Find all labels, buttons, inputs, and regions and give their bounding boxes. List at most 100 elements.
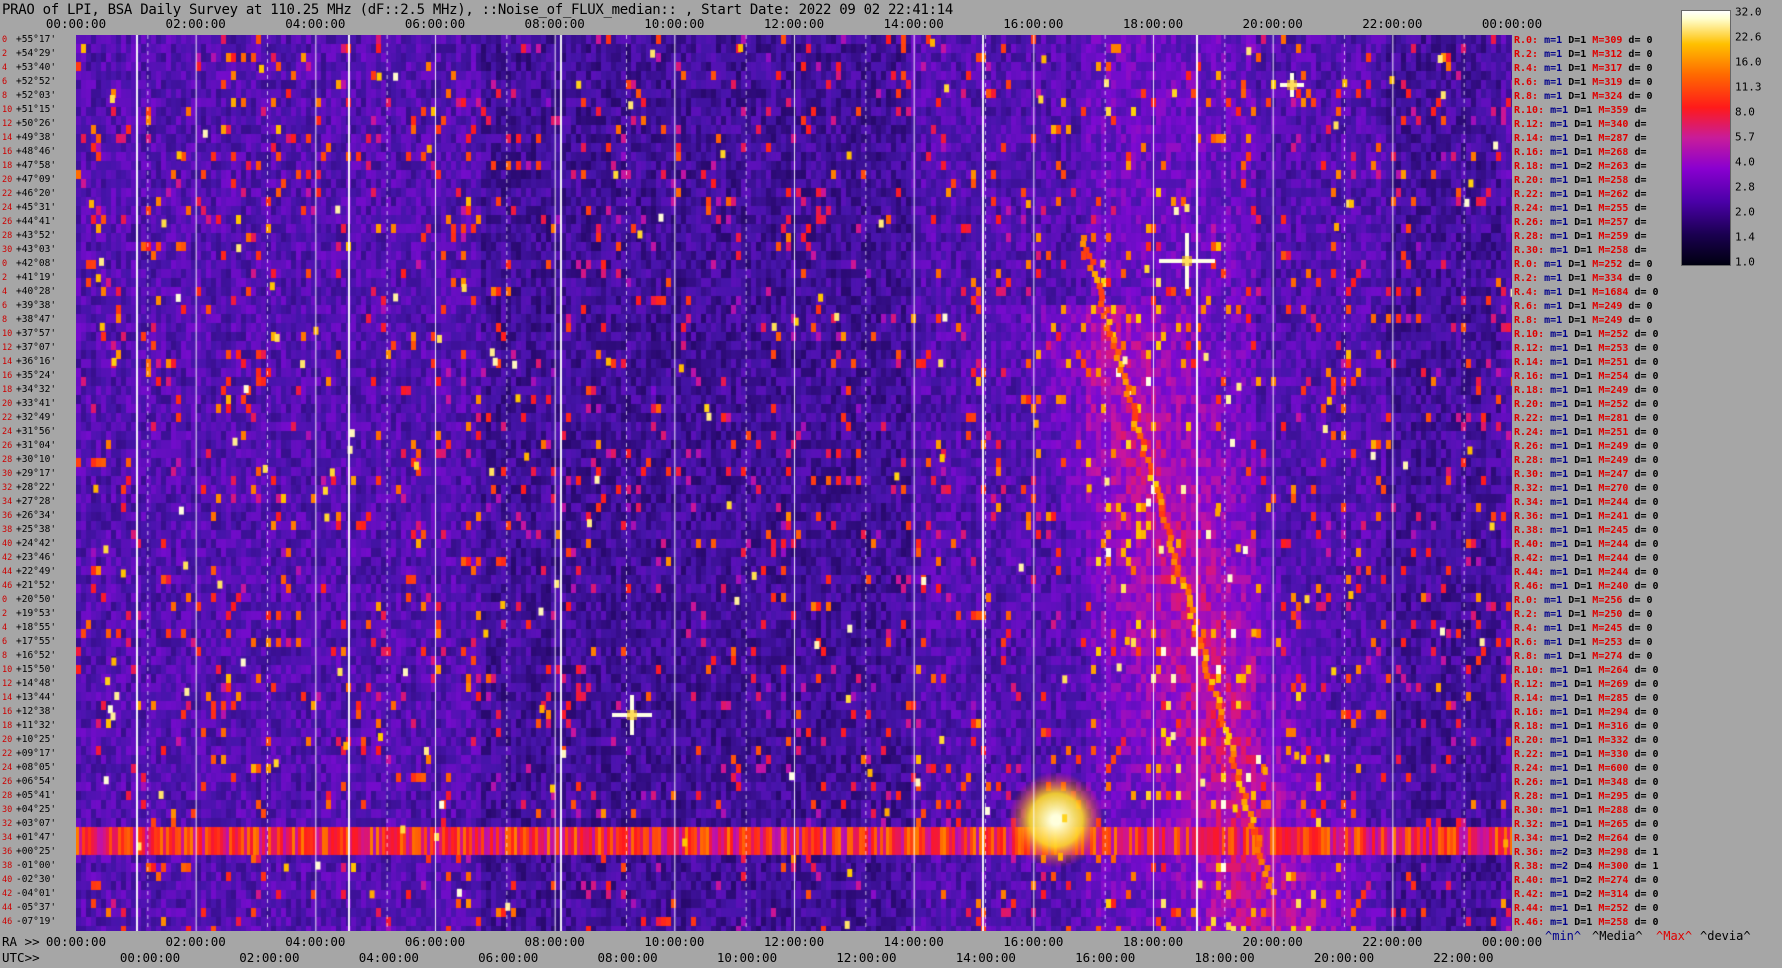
colorbar-tick-label: 16.0	[1735, 55, 1762, 69]
declination-labels: 0 +55°17' 2 +54°29' 4 +53°40' 6 +52°52' 8 +52°03'…	[0, 35, 76, 931]
declination-index: 22	[2, 413, 13, 423]
declination-label: 32 +03°07'	[2, 819, 56, 830]
stat-max: M=258	[1598, 245, 1629, 256]
declination-value: +19°53'	[16, 608, 57, 619]
time-tick-label: 08:00:00	[597, 950, 658, 965]
stat-max: M=262	[1598, 189, 1629, 200]
stat-median: D=1	[1574, 343, 1599, 354]
declination-label: 16 +35°24'	[2, 371, 56, 382]
declination-label: 10 +37°57'	[2, 329, 56, 340]
stat-row: R.30: m=1 D=1 M=258 d=	[1514, 245, 1646, 257]
declination-index: 6	[2, 77, 8, 87]
stat-row: R.4: m=1 D=1 M=245 d= 0	[1514, 623, 1653, 635]
time-tick-label: 10:00:00	[716, 950, 778, 965]
stat-median: D=1	[1574, 679, 1599, 690]
stat-min: m=1	[1550, 119, 1575, 130]
stat-max: M=348	[1598, 777, 1629, 788]
time-tick-label: 18:00:00	[1122, 16, 1184, 31]
stat-max: M=269	[1598, 679, 1629, 690]
stat-range: R.38:	[1514, 525, 1551, 536]
stat-median: D=1	[1574, 483, 1599, 494]
declination-index: 34	[2, 833, 13, 843]
stat-max: M=256	[1592, 595, 1623, 606]
declination-label: 32 +28°22'	[2, 483, 56, 494]
declination-value: +30°10'	[16, 454, 57, 465]
declination-index: 44	[2, 567, 13, 577]
declination-value: +49°38'	[16, 132, 57, 143]
stat-devia: d= 0	[1622, 49, 1653, 60]
stat-median: D=1	[1574, 105, 1599, 116]
stat-median: D=1	[1574, 455, 1599, 466]
stat-min: m=1	[1544, 301, 1569, 312]
stat-median: D=1	[1574, 749, 1599, 760]
stat-max: M=265	[1598, 819, 1629, 830]
stat-range: R.10:	[1514, 665, 1551, 676]
declination-label: 22 +32°49'	[2, 413, 56, 424]
stat-row: R.14: m=1 D=1 M=251 d= 0	[1514, 357, 1659, 369]
declination-value: +43°52'	[16, 230, 57, 241]
stat-row: R.42: m=1 D=2 M=314 d= 0	[1514, 889, 1659, 901]
stat-min: m=1	[1550, 497, 1575, 508]
stat-row: R.28: m=1 D=1 M=249 d= 0	[1514, 455, 1659, 467]
stat-range: R.0:	[1514, 35, 1545, 46]
stat-row: R.20: m=1 D=1 M=332 d= 0	[1514, 735, 1659, 747]
declination-label: 16 +12°38'	[2, 707, 56, 718]
stat-row: R.18: m=1 D=1 M=249 d= 0	[1514, 385, 1659, 397]
stat-range: R.42:	[1514, 889, 1551, 900]
declination-value: +44°41'	[16, 216, 57, 227]
declination-value: +23°46'	[16, 552, 57, 563]
stat-range: R.44:	[1514, 903, 1551, 914]
stat-median: D=1	[1574, 511, 1599, 522]
declination-label: 18 +11°32'	[2, 721, 56, 732]
stat-devia: d= 0	[1628, 917, 1659, 928]
stat-devia: d= 0	[1628, 735, 1659, 746]
declination-value: +47°09'	[16, 174, 57, 185]
stat-row: R.32: m=1 D=1 M=270 d= 0	[1514, 483, 1659, 495]
stat-row: R.8: m=1 D=1 M=324 d= 0	[1514, 91, 1653, 103]
stat-row: R.2: m=1 D=1 M=312 d= 0	[1514, 49, 1653, 61]
stat-devia: d=	[1628, 119, 1647, 130]
stat-range: R.26:	[1514, 777, 1551, 788]
stat-row: R.2: m=1 D=1 M=250 d= 0	[1514, 609, 1653, 621]
declination-index: 32	[2, 819, 13, 829]
stat-max: M=317	[1592, 63, 1623, 74]
heatmap-plot[interactable]	[76, 35, 1512, 931]
stat-range: R.46:	[1514, 581, 1551, 592]
declination-index: 4	[2, 623, 8, 633]
declination-value: +01°47'	[16, 832, 57, 843]
time-tick-label: 16:00:00	[1003, 16, 1064, 31]
stat-median: D=1	[1574, 441, 1599, 452]
stat-devia: d= 0	[1628, 413, 1659, 424]
stat-range: R.22:	[1514, 749, 1551, 760]
time-tick-label: 04:00:00	[285, 934, 346, 949]
declination-label: 6 +39°38'	[2, 301, 56, 312]
declination-label: 10 +51°15'	[2, 105, 56, 116]
stat-row: R.6: m=1 D=1 M=249 d= 0	[1514, 301, 1653, 313]
stat-min: m=1	[1544, 609, 1569, 620]
stat-range: R.16:	[1514, 147, 1551, 158]
stat-median: D=1	[1574, 357, 1599, 368]
declination-label: 6 +17°55'	[2, 637, 56, 648]
declination-label: 28 +05°41'	[2, 791, 56, 802]
stat-range: R.28:	[1514, 791, 1551, 802]
declination-label: 44 -05°37'	[2, 903, 56, 914]
declination-value: +24°42'	[16, 538, 57, 549]
stat-devia: d= 0	[1628, 791, 1659, 802]
stat-row: R.2: m=1 D=1 M=334 d= 0	[1514, 273, 1653, 285]
declination-value: +08°05'	[16, 762, 57, 773]
stat-range: R.38:	[1514, 861, 1551, 872]
time-tick-label: 20:00:00	[1242, 16, 1303, 31]
time-tick-label: 18:00:00	[1122, 934, 1184, 949]
stat-range: R.18:	[1514, 161, 1551, 172]
stat-range: R.46:	[1514, 917, 1551, 928]
stat-min: m=1	[1544, 49, 1569, 60]
stat-max: M=249	[1592, 301, 1623, 312]
time-tick-label: 22:00:00	[1433, 950, 1494, 965]
stat-max: M=316	[1598, 721, 1629, 732]
stat-median: D=1	[1574, 735, 1599, 746]
time-tick-label: 10:00:00	[644, 934, 705, 949]
declination-label: 22 +09°17'	[2, 749, 56, 760]
declination-value: +38°47'	[16, 314, 57, 325]
declination-value: +00°25'	[16, 846, 57, 857]
declination-index: 10	[2, 329, 13, 339]
